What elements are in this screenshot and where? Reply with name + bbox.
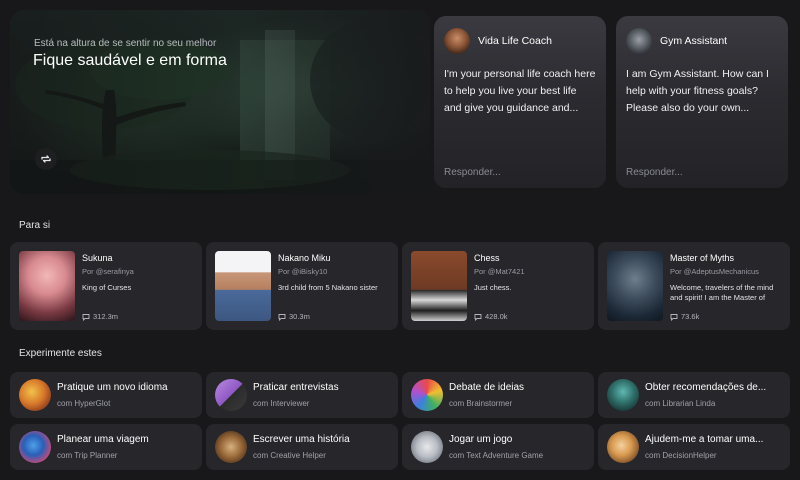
suggestion-card[interactable]: Jogar um jogo com Text Adventure Game — [402, 424, 594, 470]
refresh-icon — [41, 155, 51, 163]
suggestion-bot: com Brainstormer — [449, 399, 513, 408]
suggestion-card[interactable]: Ajudem-me a tomar uma... com DecisionHel… — [598, 424, 790, 470]
book-icon — [215, 431, 247, 463]
suggestion-title: Praticar entrevistas — [253, 382, 339, 393]
suggestion-bot: com HyperGlot — [57, 399, 111, 408]
suggestion-card[interactable]: Debate de ideias com Brainstormer — [402, 372, 594, 418]
suggestion-card[interactable]: Planear uma viagem com Trip Planner — [10, 424, 202, 470]
character-author[interactable]: Por @AdeptusMechanicus — [670, 267, 784, 276]
suggestion-card[interactable]: Obter recomendações de... com Librarian … — [598, 372, 790, 418]
character-card[interactable]: Nakano Miku Por @iBisky10 3rd child from… — [206, 242, 398, 330]
chat-count-value: 312.3m — [93, 312, 119, 321]
suggestion-title: Obter recomendações de... — [645, 382, 767, 393]
character-card[interactable]: Sukuna Por @serafinya King of Curses 312… — [10, 242, 202, 330]
chat-count: 428.0k — [474, 312, 508, 321]
orb-icon — [607, 431, 639, 463]
game-icon — [411, 431, 443, 463]
suggestion-bot: com Creative Helper — [253, 451, 326, 460]
character-image — [19, 251, 75, 321]
section-title-for-you: Para si — [19, 220, 51, 231]
character-author[interactable]: Por @Mat7421 — [474, 267, 588, 276]
character-image — [411, 251, 467, 321]
character-card[interactable]: Master of Myths Por @AdeptusMechanicus W… — [598, 242, 790, 330]
suggestion-title: Pratique um novo idioma — [57, 382, 168, 393]
chat-count: 73.6k — [670, 312, 699, 321]
avatar — [626, 28, 652, 54]
suggestion-bot: com Interviewer — [253, 399, 310, 408]
chat-count: 312.3m — [82, 312, 118, 321]
refresh-button[interactable] — [35, 148, 57, 170]
character-card[interactable]: Chess Por @Mat7421 Just chess. 428.0k — [402, 242, 594, 330]
suggestion-bot: com Librarian Linda — [645, 399, 716, 408]
chat-bubble-icon — [82, 313, 90, 321]
suggestion-title: Planear uma viagem — [57, 434, 149, 445]
suggestion-title: Escrever uma história — [253, 434, 350, 445]
hero-banner[interactable]: Está na altura de se sentir no seu melho… — [10, 10, 430, 194]
planet-icon — [19, 431, 51, 463]
hero-eyebrow: Está na altura de se sentir no seu melho… — [34, 38, 217, 49]
chat-card-gym[interactable]: Gym Assistant I am Gym Assistant. How ca… — [616, 16, 788, 188]
reply-input[interactable]: Responder... — [626, 167, 683, 178]
character-desc: Welcome, travelers of the mind and spiri… — [670, 283, 774, 302]
suggestion-card[interactable]: Pratique um novo idioma com HyperGlot — [10, 372, 202, 418]
globe-icon — [19, 379, 51, 411]
avatar — [444, 28, 470, 54]
chat-bubble-icon — [278, 313, 286, 321]
suggestion-card[interactable]: Praticar entrevistas com Interviewer — [206, 372, 398, 418]
chat-count-value: 73.6k — [681, 312, 700, 321]
suggestion-bot: com Trip Planner — [57, 451, 118, 460]
chat-name: Gym Assistant — [660, 35, 728, 47]
suggestion-title: Jogar um jogo — [449, 434, 513, 445]
character-desc: 3rd child from 5 Nakano sister — [278, 283, 378, 292]
section-title-try-these: Experimente estes — [19, 348, 102, 359]
character-name: Chess — [474, 253, 500, 263]
lightbulb-icon — [411, 379, 443, 411]
chat-card-vida[interactable]: Vida Life Coach I'm your personal life c… — [434, 16, 606, 188]
character-desc: Just chess. — [474, 283, 512, 292]
character-image — [607, 251, 663, 321]
chat-message: I'm your personal life coach here to hel… — [444, 68, 596, 114]
suggestion-bot: com Text Adventure Game — [449, 451, 544, 460]
chat-count-value: 428.0k — [485, 312, 508, 321]
chat-bubble-icon — [474, 313, 482, 321]
character-author[interactable]: Por @iBisky10 — [278, 267, 392, 276]
chat-bubble-icon — [670, 313, 678, 321]
librarian-icon — [607, 379, 639, 411]
suggestion-card[interactable]: Escrever uma história com Creative Helpe… — [206, 424, 398, 470]
suggestion-title: Ajudem-me a tomar uma... — [645, 434, 764, 445]
character-image — [215, 251, 271, 321]
chat-message: I am Gym Assistant. How can I help with … — [626, 68, 769, 114]
hero-title: Fique saudável e em forma — [33, 52, 227, 69]
suggestion-bot: com DecisionHelper — [645, 451, 717, 460]
character-name: Nakano Miku — [278, 253, 331, 263]
reply-input[interactable]: Responder... — [444, 167, 501, 178]
character-name: Sukuna — [82, 253, 113, 263]
interview-icon — [215, 379, 247, 411]
character-author[interactable]: Por @serafinya — [82, 267, 196, 276]
suggestion-title: Debate de ideias — [449, 382, 525, 393]
chat-count: 30.3m — [278, 312, 310, 321]
character-desc: King of Curses — [82, 283, 132, 292]
chat-name: Vida Life Coach — [478, 35, 552, 47]
character-name: Master of Myths — [670, 253, 735, 263]
chat-count-value: 30.3m — [289, 312, 310, 321]
